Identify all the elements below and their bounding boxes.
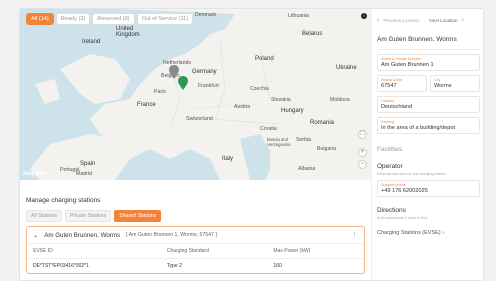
map-label-france: France: [137, 102, 156, 108]
manage-stations-section: Manage charging stations All Stations Pr…: [20, 180, 371, 280]
postal-code-label: Postal Code: [381, 78, 402, 82]
street-value: Am Guten Brunnen 1: [381, 62, 434, 68]
map-label-germany: Germany: [192, 69, 217, 75]
chevron-left-icon[interactable]: ‹: [377, 17, 379, 24]
station-address: [ Am Guten Brunnen 1, Worms, 67547 ]: [126, 232, 217, 238]
map-label-italy: Italy: [222, 156, 234, 162]
map-label-poland: Poland: [255, 56, 274, 62]
map-label-frankfurt: Frankfurt: [198, 83, 219, 89]
charging-stations-link[interactable]: Charging Stations (EVSE) ›: [377, 230, 480, 236]
map-label-czechia: Czechia: [250, 86, 269, 92]
column-max-power: Max Power (kW): [267, 243, 364, 259]
tab-shared-stations[interactable]: Shared Stations: [114, 210, 162, 222]
map-label-lithuania: Lithuania: [288, 13, 310, 19]
filter-reserved[interactable]: Reserved (0): [92, 13, 135, 25]
filter-out-of-service[interactable]: Out of Service (11): [136, 13, 194, 25]
country-value: Deutschland: [381, 104, 413, 110]
column-charging-standard: Charging Standard: [160, 243, 268, 259]
facilities-heading: Facilities: [377, 146, 403, 153]
postal-code-field[interactable]: Postal Code 67547: [377, 75, 427, 92]
charging-station-pin-green[interactable]: [178, 76, 188, 90]
map-label-spain: Spain: [80, 161, 96, 167]
postal-code-value: 67547: [381, 83, 397, 89]
chevron-down-icon[interactable]: ⌄: [33, 232, 38, 239]
filter-all[interactable]: All (14): [26, 13, 54, 25]
support-phone-value: +49 176 62002025: [381, 188, 428, 194]
charging-stations-link-label: Charging Stations (EVSE): [377, 230, 441, 236]
parking-label: Parking: [381, 120, 394, 124]
street-field[interactable]: Street & House Number Am Guten Brunnen 1: [377, 54, 480, 71]
city-label: City: [434, 78, 441, 82]
country-label: Country: [381, 99, 395, 103]
map-info-icon[interactable]: i: [361, 13, 367, 19]
city-field[interactable]: City Worms: [430, 75, 480, 92]
map-label-croatia: Croatia: [260, 126, 277, 132]
map-label-austria: Austria: [234, 104, 251, 110]
zoom-out-button[interactable]: −: [358, 160, 367, 169]
map-label-bulgaria: Bulgaria: [317, 146, 337, 152]
map-label-united-kingdom: United Kingdom: [116, 26, 140, 38]
map-label-ukraine: Ukraine: [336, 65, 357, 71]
map-view[interactable]: All (14) Ready (3) Reserved (0) Out of S…: [20, 9, 371, 180]
tab-private-stations[interactable]: Private Stations: [64, 210, 112, 222]
location-title: Am Guten Brunnen, Worms: [377, 31, 480, 50]
country-field[interactable]: Country Deutschland: [377, 96, 480, 113]
previous-location-link[interactable]: Previous Location: [383, 18, 420, 23]
map-label-bosnia: Bosnia and Herzegovina: [267, 137, 291, 147]
table-row[interactable]: DE*TST*EP03416*002*1 Type 2 160: [27, 258, 364, 273]
station-header[interactable]: ⌄ Am Guten Brunnen, Worms [ Am Guten Bru…: [27, 227, 364, 243]
evse-table: EVSE ID Charging Standard Max Power (kW)…: [27, 243, 364, 273]
map-label-ireland: Ireland: [82, 39, 101, 45]
directions-note: Add instructions if hard to find: [377, 216, 428, 220]
chevron-right-icon[interactable]: ›: [462, 17, 464, 24]
parking-field[interactable]: Parking In the area of a building/depot: [377, 117, 480, 134]
city-value: Worms: [434, 83, 452, 89]
location-nav: ‹ Previous Location · Next Location ›: [377, 16, 464, 24]
parking-value: In the area of a building/depot: [381, 125, 456, 131]
filter-ready[interactable]: Ready (3): [55, 13, 91, 25]
map-label-denmark: Denmark: [195, 12, 217, 18]
mapbox-logo: mapbox: [23, 171, 47, 177]
station-name: Am Guten Brunnen, Worms: [44, 231, 121, 239]
location-details-panel: ‹ Previous Location · Next Location › Am…: [371, 9, 483, 280]
manage-title: Manage charging stations: [26, 197, 101, 204]
map-label-moldova: Moldova: [330, 97, 350, 103]
map-label-switzerland: Switzerland: [186, 116, 213, 122]
charging-standard-cell: Type 2: [160, 258, 268, 273]
street-label: Street & House Number: [381, 57, 422, 61]
column-evse-id: EVSE ID: [27, 243, 161, 259]
operator-heading: Operator: [377, 163, 403, 170]
zoom-in-button[interactable]: +: [358, 148, 367, 157]
map-label-slovakia: Slovakia: [271, 97, 291, 103]
chevron-right-icon: ›: [442, 230, 444, 236]
map-label-paris: Paris: [154, 89, 166, 95]
map-label-madrid: Madrid: [76, 171, 92, 177]
map-label-serbia: Serbia: [296, 137, 311, 143]
station-tabs: All Stations Private Stations Shared Sta…: [26, 210, 365, 222]
map-label-hungary: Hungary: [281, 108, 304, 114]
more-options-icon[interactable]: ⋮: [351, 231, 358, 239]
operator-note: External operator for the charging stati…: [377, 172, 446, 176]
directions-heading: Directions: [377, 207, 406, 214]
evse-id-cell: DE*TST*EP03416*002*1: [27, 258, 161, 273]
map-label-albania: Albania: [298, 166, 316, 172]
map-label-belarus: Belarus: [302, 31, 323, 37]
next-location-link[interactable]: Next Location: [429, 18, 457, 23]
status-filter-bar: All (14) Ready (3) Reserved (0) Out of S…: [26, 13, 194, 25]
fullscreen-icon[interactable]: ⛶: [358, 130, 367, 139]
max-power-cell: 160: [267, 258, 364, 273]
station-card: ⌄ Am Guten Brunnen, Worms [ Am Guten Bru…: [26, 226, 365, 274]
app-window: All (14) Ready (3) Reserved (0) Out of S…: [19, 8, 484, 281]
support-phone-label: Support phone: [381, 183, 406, 187]
map-label-romania: Romania: [310, 120, 335, 126]
tab-all-stations[interactable]: All Stations: [26, 210, 62, 222]
support-phone-field[interactable]: Support phone +49 176 62002025: [377, 180, 480, 197]
